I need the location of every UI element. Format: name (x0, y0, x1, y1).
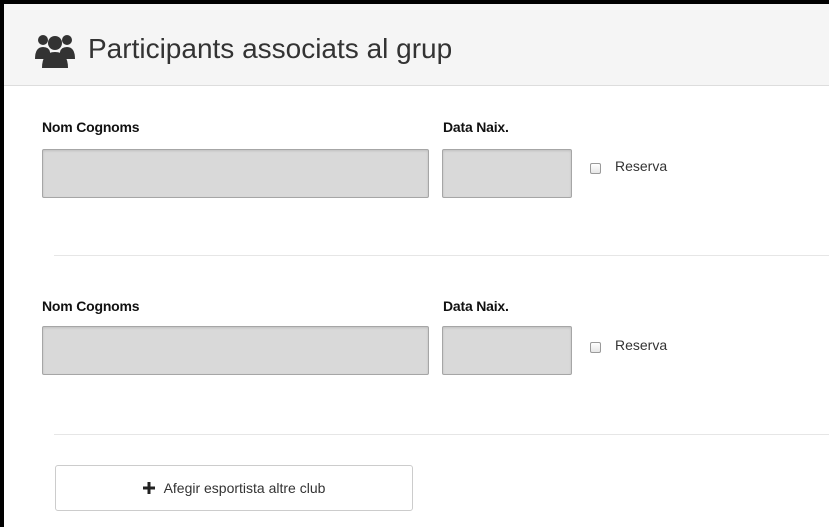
add-athlete-other-club-button[interactable]: Afegir esportista altre club (55, 465, 413, 511)
name-label: Nom Cognoms (42, 119, 140, 135)
panel-title: Participants associats al grup (88, 33, 453, 64)
row-divider (54, 434, 829, 435)
birth-date-label: Data Naix. (443, 298, 509, 314)
birth-date-input[interactable] (442, 326, 572, 375)
reserve-checkbox[interactable] (590, 163, 601, 174)
reserve-checkbox[interactable] (590, 342, 601, 353)
name-label: Nom Cognoms (42, 298, 140, 314)
name-input[interactable] (42, 149, 429, 198)
reserve-label[interactable]: Reserva (615, 158, 667, 174)
add-button-label: Afegir esportista altre club (163, 480, 326, 496)
birth-date-label: Data Naix. (443, 119, 509, 135)
row-divider (54, 255, 829, 256)
plus-icon (142, 482, 155, 494)
panel-heading: Participants associats al grup (4, 4, 829, 86)
name-input[interactable] (42, 326, 429, 375)
birth-date-input[interactable] (442, 149, 572, 198)
users-icon (35, 35, 75, 68)
reserve-label[interactable]: Reserva (615, 337, 667, 353)
